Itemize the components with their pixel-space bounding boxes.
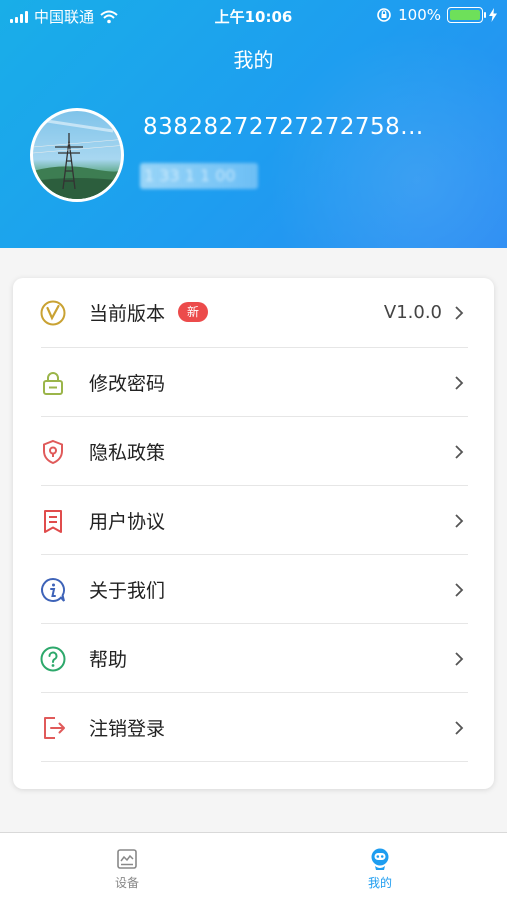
chevron-right-icon (454, 304, 468, 322)
menu-item-label: 关于我们 (89, 580, 166, 602)
chevron-right-icon (454, 650, 468, 668)
menu-item-label: 修改密码 (89, 373, 166, 395)
version-value: V1.0.0 (383, 302, 442, 323)
menu-item-label: 注销登录 (89, 718, 166, 740)
menu-item-change-password[interactable]: 修改密码 (13, 348, 494, 417)
chevron-right-icon (454, 443, 468, 461)
charging-icon (489, 8, 497, 22)
tab-label: 我的 (367, 876, 392, 890)
menu-item-label: 帮助 (89, 649, 128, 671)
menu-item-privacy-policy[interactable]: 隐私政策 (13, 417, 494, 486)
rotation-lock-icon (377, 8, 391, 22)
tab-device[interactable]: 设备 (67, 847, 187, 891)
menu-item-label: 用户协议 (89, 511, 166, 533)
tab-label: 设备 (114, 876, 139, 890)
version-v-icon (39, 299, 67, 327)
divider (41, 761, 468, 762)
battery-percent: 100% (398, 6, 441, 24)
info-icon (39, 576, 67, 604)
tab-mine[interactable]: 我的 (320, 847, 440, 891)
chevron-right-icon (454, 512, 468, 530)
settings-card: 当前版本 新 V1.0.0 修改密码 隐私政策 用户协议 关于我们 帮助 注销登… (13, 278, 494, 789)
power-tower-image (33, 119, 121, 199)
menu-item-user-agreement[interactable]: 用户协议 (13, 486, 494, 555)
document-icon (39, 507, 67, 535)
avatar[interactable] (30, 108, 124, 202)
page-title: 我的 (233, 48, 274, 72)
chevron-right-icon (454, 581, 468, 599)
user-id: 83828272727272758... (143, 114, 424, 140)
profile-header: 中国联通 上午10:06 100% 我的 83828272727272758..… (0, 0, 507, 248)
status-bar: 中国联通 上午10:06 100% (0, 0, 507, 30)
menu-item-version[interactable]: 当前版本 新 V1.0.0 (13, 278, 494, 347)
logout-icon (39, 714, 67, 742)
chevron-right-icon (454, 719, 468, 737)
new-badge: 新 (178, 302, 209, 322)
menu-item-help[interactable]: 帮助 (13, 624, 494, 693)
lock-icon (39, 369, 67, 397)
bottom-tab-bar: 设备 我的 (0, 832, 507, 900)
user-subtitle-obscured: 1 33 1 1 00 (140, 163, 258, 189)
profile-robot-icon (371, 848, 389, 870)
device-monitor-icon (117, 849, 137, 869)
help-icon (39, 645, 67, 673)
menu-item-label: 隐私政策 (89, 442, 166, 464)
chevron-right-icon (454, 374, 468, 392)
menu-item-label: 当前版本 (89, 303, 166, 325)
menu-item-about-us[interactable]: 关于我们 (13, 555, 494, 624)
menu-item-logout[interactable]: 注销登录 (13, 693, 494, 762)
shield-icon (39, 438, 67, 466)
battery-icon (447, 7, 486, 23)
